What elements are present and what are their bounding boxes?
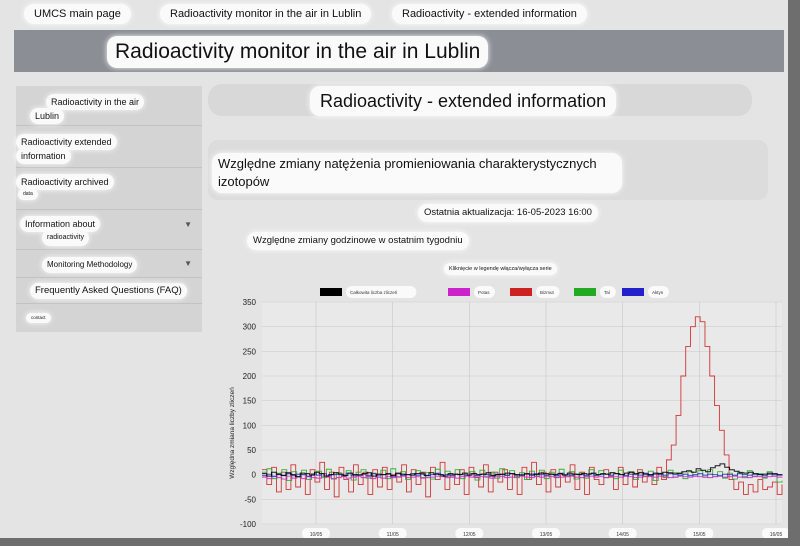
sidebar-item-air-lublin[interactable]: Radioactivity in the air Lublin [16,86,202,126]
y-tick-label: 300 [243,323,257,332]
sidebar-nav: Radioactivity in the air Lublin Radioact… [16,86,202,332]
frame-right [788,0,800,546]
legend-label[interactable]: Tal [604,290,610,295]
y-tick-label: -50 [244,495,256,504]
breadcrumb-extended[interactable]: Radioactivity - extended information [392,4,587,24]
chart-svg: -100-5005010015020025030035010/05 11/05 12… [229,286,790,539]
sidebar-item-label: information [16,148,71,164]
sidebar-item-label: contact [26,313,51,323]
y-tick-label: 350 [243,298,257,307]
sidebar-item-extended[interactable]: Radioactivity extended information [16,126,202,168]
legend-hint: Kliknięcie w legendę włącza/wyłącza seri… [444,263,557,275]
y-tick-label: 200 [243,372,257,381]
page-title: Radioactivity - extended information [310,86,617,116]
legend-swatch[interactable] [622,288,644,296]
sidebar-item-methodology[interactable]: Monitoring Methodology ▼ [16,250,202,278]
y-tick-label: 0 [252,471,257,480]
sidebar-item-label: Monitoring Methodology [42,257,138,273]
y-tick-label: 150 [243,397,257,406]
sidebar-item-label: Radioactivity archived [16,174,114,190]
y-tick-label: 100 [243,421,257,430]
frame-bottom [0,538,800,546]
chevron-down-icon[interactable]: ▼ [184,259,192,268]
sidebar-item-label: Lublin [30,108,65,124]
legend-swatch[interactable] [448,288,470,296]
legend-label[interactable]: Potas [478,290,490,295]
sidebar-item-label: data [18,189,38,200]
sidebar-item-archived[interactable]: Radioactivity archived data [16,168,202,210]
breadcrumb-monitor[interactable]: Radioactivity monitor in the air in Lubl… [160,4,372,24]
sidebar-item-info-radioactivity[interactable]: Information about radioactivity ▼ [16,210,202,250]
legend-swatch[interactable] [510,288,532,296]
breadcrumb-umcs[interactable]: UMCS main page [24,4,131,24]
section-subtitle: Względne zmiany natężenia promieniowania… [212,153,622,193]
y-axis-label: Względna zmiana liczby zliczeń [229,387,236,479]
legend-label[interactable]: Bizmut [540,290,555,295]
chart-heading: Względne zmiany godzinowe w ostatnim tyg… [247,232,469,250]
sidebar-item-contact[interactable]: contact [16,304,202,332]
legend-label[interactable]: Całkowita liczba zliczeń [350,290,398,295]
site-title: Radioactivity monitor in the air in Lubl… [107,36,489,68]
sidebar-item-label: Frequently Asked Questions (FAQ) [30,283,187,299]
sidebar-item-label: Radioactivity in the air [46,94,145,110]
sidebar-item-faq[interactable]: Frequently Asked Questions (FAQ) [16,278,202,304]
page: UMCS main page Radioactivity monitor in … [0,0,800,546]
legend-swatch[interactable] [320,288,342,296]
y-tick-label: 50 [247,446,256,455]
legend-swatch[interactable] [574,288,596,296]
chevron-down-icon[interactable]: ▼ [184,220,192,229]
last-updated: Ostatnia aktualizacja: 16-05-2023 16:00 [418,204,598,222]
sidebar-item-label: radioactivity [42,230,89,246]
y-tick-label: 250 [243,347,257,356]
chart-container: -100 -50 0 50 100 150 200 250 300 350 10/05 11/05 12… [204,280,790,542]
legend-label[interactable]: Aktyn [652,290,664,295]
y-tick-label: -100 [240,520,257,529]
